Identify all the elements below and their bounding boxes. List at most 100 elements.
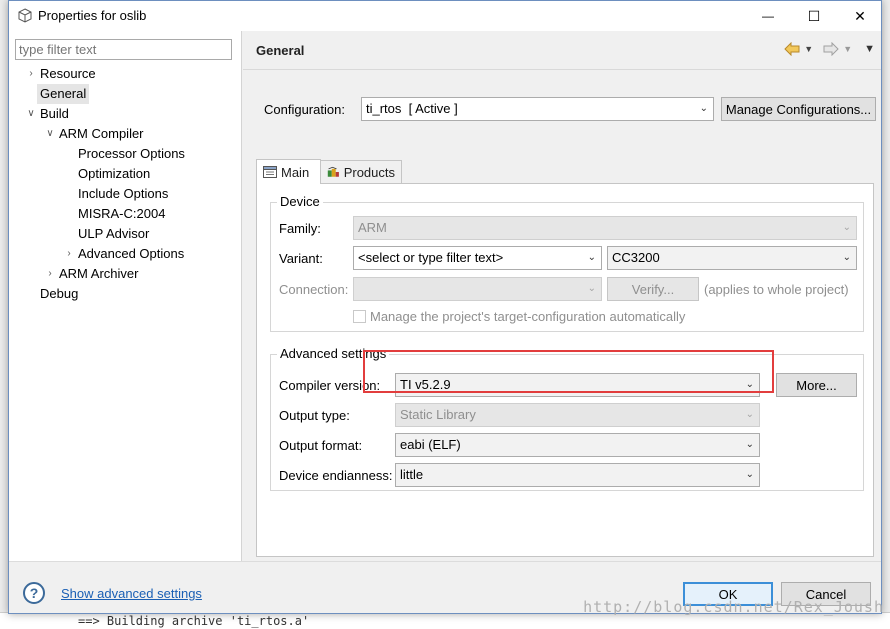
output-format-combo[interactable]: eabi (ELF) ⌄ xyxy=(395,433,760,457)
history-nav: ▼ ▼ ▼ xyxy=(784,42,875,56)
watermark: http://blog.csdn.net/Rex_Joush xyxy=(583,598,884,616)
products-tab-icon xyxy=(327,166,339,177)
tree-item-advanced-options[interactable]: › Advanced Options xyxy=(9,244,241,264)
back-dropdown-icon[interactable]: ▼ xyxy=(804,44,813,54)
view-menu-icon[interactable]: ▼ xyxy=(864,43,875,55)
tree-item-label: ULP Advisor xyxy=(78,226,150,241)
connection-label: Connection: xyxy=(279,282,349,297)
endianness-label: Device endianness: xyxy=(279,468,393,483)
help-icon[interactable]: ? xyxy=(23,582,45,604)
page-header: General ▼ ▼ ▼ xyxy=(243,31,881,70)
output-type-combo[interactable]: Static Library ⌄ xyxy=(395,403,760,427)
collapsed-chevron-icon[interactable]: › xyxy=(44,264,56,284)
main-tab-icon xyxy=(263,166,277,178)
properties-tree: › Resource General ∨ Build ∨ ARM Compiler Proce… xyxy=(9,64,241,304)
tree-item-optimization[interactable]: Optimization xyxy=(9,164,241,184)
tree-item-build[interactable]: ∨ Build xyxy=(9,104,241,124)
tree-item-label: Advanced Options xyxy=(78,246,185,261)
collapsed-chevron-icon[interactable]: › xyxy=(63,244,75,264)
close-button[interactable]: ✕ xyxy=(837,1,883,31)
family-value: ARM xyxy=(358,220,387,235)
title-bar: Properties for oslib — ☐ ✕ xyxy=(9,1,881,31)
tree-item-label: Include Options xyxy=(78,186,169,201)
more-button[interactable]: More... xyxy=(776,373,857,397)
close-icon: ✕ xyxy=(854,7,866,24)
tree-item-label: General xyxy=(37,84,90,104)
endianness-value: little xyxy=(400,467,424,482)
expanded-chevron-icon[interactable]: ∨ xyxy=(44,124,56,144)
configuration-value: ti_rtos [ Active ] xyxy=(366,101,458,116)
chevron-down-icon: ⌄ xyxy=(587,283,596,294)
variant-combo[interactable]: CC3200 ⌄ xyxy=(607,246,857,270)
tree-item-label: MISRA-C:2004 xyxy=(78,206,166,221)
tree-item-debug[interactable]: Debug xyxy=(9,284,241,304)
tree-item-label: Resource xyxy=(40,66,96,81)
compiler-version-highlight xyxy=(363,350,774,393)
variant-filter-value: <select or type filter text> xyxy=(358,250,504,265)
window-title: Properties for oslib xyxy=(38,8,147,23)
tree-item-label: ARM Compiler xyxy=(59,126,144,141)
tree-item-misra-c-2004[interactable]: MISRA-C:2004 xyxy=(9,204,241,224)
chevron-down-icon: ⌄ xyxy=(842,252,851,263)
device-group: Device Family: ARM ⌄ Variant: <select or… xyxy=(270,194,864,332)
output-type-label: Output type: xyxy=(279,408,350,423)
minimize-button[interactable]: — xyxy=(745,1,791,31)
tab-main-label: Main xyxy=(281,164,310,180)
tree-item-label: Optimization xyxy=(78,166,151,181)
tree-item-processor-options[interactable]: Processor Options xyxy=(9,144,241,164)
tree-item-arm-compiler[interactable]: ∨ ARM Compiler xyxy=(9,124,241,144)
variant-label: Variant: xyxy=(279,251,323,266)
chevron-down-icon: ⌄ xyxy=(842,222,851,233)
properties-tree-pane: ›ResourceGeneral∨Build∨ARM CompilerProce… xyxy=(9,31,242,561)
output-type-value: Static Library xyxy=(400,407,476,422)
properties-dialog: Properties for oslib — ☐ ✕ ›ResourceGene… xyxy=(8,0,882,614)
endianness-combo[interactable]: little ⌄ xyxy=(395,463,760,487)
manage-configurations-button[interactable]: Manage Configurations... xyxy=(721,97,876,121)
maximize-icon: ☐ xyxy=(807,7,821,24)
back-arrow-icon[interactable] xyxy=(784,42,800,56)
chevron-down-icon: ⌄ xyxy=(745,409,754,420)
applies-note: (applies to whole project) xyxy=(704,282,849,297)
family-label: Family: xyxy=(279,221,321,236)
manage-target-config-checkbox[interactable] xyxy=(353,310,366,323)
expanded-chevron-icon[interactable]: ∨ xyxy=(25,104,37,124)
tree-item-include-options[interactable]: Include Options xyxy=(9,184,241,204)
tree-item-label: Build xyxy=(40,106,69,121)
tree-item-label: ARM Archiver xyxy=(59,266,139,281)
minimize-icon: — xyxy=(762,9,774,23)
tree-item-ulp-advisor[interactable]: ULP Advisor xyxy=(9,224,241,244)
chevron-down-icon: ⌄ xyxy=(745,469,754,480)
chevron-down-icon: ⌄ xyxy=(745,439,754,450)
variant-value: CC3200 xyxy=(612,250,660,265)
verify-button[interactable]: Verify... xyxy=(607,277,699,301)
general-page: General ▼ ▼ ▼ Configuration: ti_rtos [ A… xyxy=(243,31,881,561)
configuration-label: Configuration: xyxy=(264,102,345,117)
tab-products[interactable]: Products xyxy=(320,160,402,183)
chevron-down-icon: ⌄ xyxy=(587,252,596,263)
tree-item-label: Processor Options xyxy=(78,146,185,161)
tree-item-arm-archiver[interactable]: › ARM Archiver xyxy=(9,264,241,284)
variant-filter-combo[interactable]: <select or type filter text> ⌄ xyxy=(353,246,602,270)
forward-dropdown-icon[interactable]: ▼ xyxy=(843,44,852,54)
tree-item-resource[interactable]: › Resource xyxy=(9,64,241,84)
chevron-down-icon: ⌄ xyxy=(699,103,708,114)
device-group-title: Device xyxy=(277,194,323,209)
filter-input[interactable] xyxy=(15,39,232,60)
tab-products-label: Products xyxy=(343,164,395,180)
collapsed-chevron-icon[interactable]: › xyxy=(25,64,37,84)
show-advanced-settings-link[interactable]: Show advanced settings xyxy=(61,586,202,601)
configuration-combo[interactable]: ti_rtos [ Active ] ⌄ xyxy=(361,97,714,121)
tab-main[interactable]: Main xyxy=(256,159,321,184)
tree-item-label: Debug xyxy=(40,286,79,301)
maximize-button[interactable]: ☐ xyxy=(791,1,837,31)
forward-arrow-icon[interactable] xyxy=(823,42,839,56)
manage-target-config-label: Manage the project's target-configuratio… xyxy=(370,309,686,324)
connection-combo[interactable]: ⌄ xyxy=(353,277,602,301)
output-format-value: eabi (ELF) xyxy=(400,437,461,452)
eclipse-cube-icon xyxy=(18,8,32,23)
output-format-label: Output format: xyxy=(279,438,363,453)
dialog-body: ›ResourceGeneral∨Build∨ARM CompilerProce… xyxy=(9,31,881,561)
family-combo[interactable]: ARM ⌄ xyxy=(353,216,857,240)
tree-item-general[interactable]: General xyxy=(9,84,241,104)
page-title: General xyxy=(256,43,305,58)
